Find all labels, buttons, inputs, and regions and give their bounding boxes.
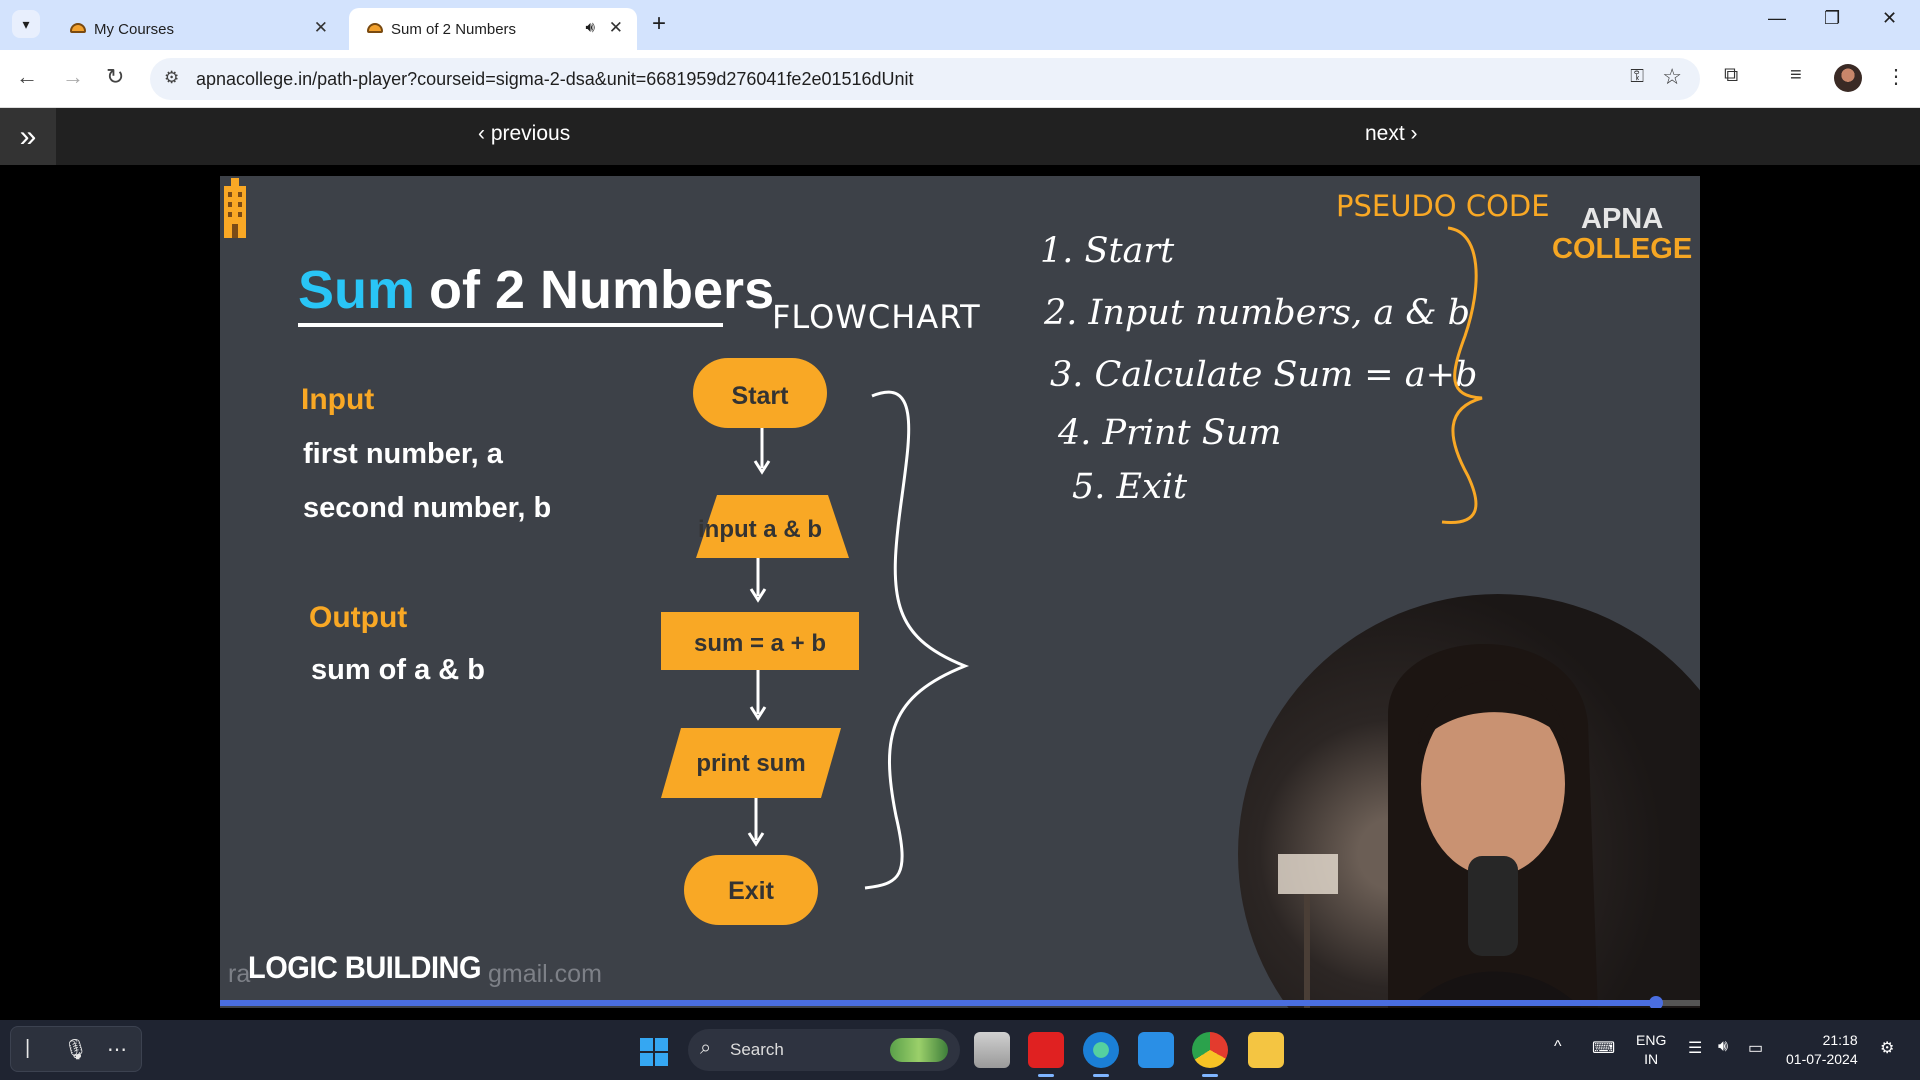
flow-exit-label: Exit [728, 877, 775, 905]
microphone-icon[interactable]: 🎙︎ [63, 1037, 88, 1062]
next-label: next [1365, 122, 1405, 145]
input-line-2: second number, b [303, 492, 551, 524]
battery-icon[interactable]: ▭ [1748, 1038, 1763, 1058]
clock-time: 21:18 [1822, 1032, 1858, 1048]
expand-sidebar-icon[interactable]: » [0, 108, 56, 165]
progress-handle[interactable] [1648, 996, 1663, 1008]
vscode-icon[interactable] [1138, 1032, 1174, 1068]
building-icon [224, 178, 246, 238]
taskbar: | 🎙︎ ⋯ ⌕ Search ^ ⌨ ENG IN ☰ 🔊︎ ▭ 21:18 … [0, 1020, 1920, 1080]
apna-college-logo: APNA COLLEGE [1552, 204, 1692, 264]
search-highlight-image [890, 1038, 948, 1062]
flow-process-label: sum = a + b [694, 630, 826, 657]
language-indicator[interactable]: ENG IN [1636, 1031, 1666, 1069]
close-tab-icon[interactable]: ✕ [609, 18, 623, 38]
wifi-icon[interactable]: ☰ [1688, 1038, 1702, 1058]
volume-icon[interactable]: 🔊︎ [1718, 1038, 1728, 1056]
flowchart-label: FLOWCHART [772, 298, 981, 336]
media-control-icon[interactable]: ≡ [1790, 64, 1802, 87]
profile-avatar[interactable] [1834, 64, 1862, 92]
output-line-1: sum of a & b [311, 654, 485, 686]
close-window-icon[interactable]: ✕ [1882, 8, 1897, 29]
show-hidden-icons-icon[interactable]: ^ [1554, 1038, 1562, 1056]
pseudo-step-1: 1. Start [1040, 231, 1175, 271]
taskbar-search[interactable]: ⌕ Search [688, 1029, 960, 1071]
task-view-icon[interactable] [974, 1032, 1010, 1068]
url-text[interactable]: apnacollege.in/path-player?courseid=sigm… [196, 69, 914, 90]
player-nav: » ‹ previous next › [0, 108, 1920, 165]
search-icon: ⌕ [700, 1037, 712, 1059]
video-progress-bar[interactable] [220, 996, 1700, 1008]
restore-icon[interactable]: ❐ [1824, 8, 1840, 29]
instructor-figure [1278, 644, 1598, 1008]
flow-input-label: input a & b [698, 516, 822, 543]
previous-label: previous [490, 122, 571, 145]
cursor-icon[interactable]: | [25, 1037, 30, 1060]
previous-button[interactable]: ‹ previous [478, 122, 570, 146]
audio-playing-icon[interactable]: 🔊︎ [586, 19, 595, 36]
site-info-icon[interactable]: ⚙ [164, 68, 179, 88]
tab-search-button[interactable]: ▾ [12, 10, 40, 38]
slide-title-accent: Sum [298, 260, 415, 320]
lang-bottom: IN [1644, 1051, 1659, 1067]
tab-strip: ▾ My Courses ✕ Sum of 2 Numbers 🔊︎ ✕ + —… [0, 0, 1920, 50]
slide-title-rest: of 2 Numbers [429, 260, 774, 320]
input-heading: Input [301, 383, 374, 416]
slide-title: Sum of 2 Numbers [298, 260, 774, 320]
flow-output-label: print sum [696, 750, 805, 777]
more-icon[interactable]: ⋯ [107, 1037, 127, 1062]
logic-building-label: LOGIC BUILDING [248, 950, 482, 986]
new-tab-button[interactable]: + [652, 10, 666, 38]
notification-icon[interactable]: ⚙ [1880, 1038, 1894, 1058]
watermark-left: ra [228, 960, 251, 988]
flowchart-brace [864, 390, 970, 890]
site-favicon-icon [367, 23, 383, 33]
input-line-1: first number, a [303, 438, 504, 470]
clock[interactable]: 21:18 01-07-2024 [1786, 1031, 1858, 1069]
chrome-icon[interactable] [1192, 1032, 1228, 1077]
minimize-icon[interactable]: — [1768, 8, 1786, 29]
youtube-icon[interactable] [1028, 1032, 1064, 1077]
bookmark-star-icon[interactable]: ☆ [1662, 64, 1682, 90]
pseudo-code-label: PSEUDO CODE [1336, 189, 1550, 223]
watermark-right: gmail.com [488, 960, 602, 988]
extensions-icon[interactable]: ⧉ [1724, 64, 1738, 87]
keyboard-icon[interactable]: ⌨ [1592, 1038, 1615, 1058]
logo-bottom: COLLEGE [1552, 233, 1693, 265]
pseudo-step-4: 4. Print Sum [1057, 413, 1281, 453]
lang-top: ENG [1636, 1032, 1667, 1048]
address-bar[interactable]: ⚙ apnacollege.in/path-player?courseid=si… [150, 58, 1700, 100]
tab-my-courses[interactable]: My Courses ✕ [52, 8, 342, 50]
flow-start-label: Start [732, 382, 790, 410]
menu-icon[interactable]: ⋮ [1886, 64, 1906, 89]
site-favicon-icon [70, 23, 86, 33]
password-key-icon[interactable]: ⚿ [1630, 66, 1644, 87]
tab-title: Sum of 2 Numbers [391, 21, 517, 38]
instructor-webcam [1238, 594, 1700, 1008]
page-content: » ‹ previous next › Sum of 2 Numbers Inpu… [0, 108, 1920, 1020]
back-icon[interactable]: ← [16, 64, 38, 90]
next-button[interactable]: next › [1365, 122, 1418, 146]
windows-start-icon[interactable] [640, 1038, 668, 1066]
tab-title: My Courses [94, 21, 175, 38]
toolbar: ← → ↻ ⚙ apnacollege.in/path-player?cours… [0, 50, 1920, 108]
voice-access-widget[interactable]: | 🎙︎ ⋯ [10, 1026, 142, 1072]
reload-icon[interactable]: ↻ [106, 64, 124, 90]
video-player[interactable]: Sum of 2 Numbers Input first number, a se… [220, 176, 1700, 1008]
pseudo-step-2: 2. Input numbers, a & b [1043, 293, 1470, 333]
folder-icon[interactable] [1248, 1032, 1284, 1068]
logo-top: APNA [1581, 203, 1664, 235]
tab-sum-of-2-numbers[interactable]: Sum of 2 Numbers 🔊︎ ✕ [349, 8, 637, 50]
search-label: Search [730, 1040, 784, 1059]
progress-fill [220, 1000, 1656, 1006]
pseudo-step-3: 3. Calculate Sum = a+b [1050, 355, 1477, 395]
clock-date: 01-07-2024 [1786, 1051, 1858, 1067]
pseudo-step-5: 5. Exit [1072, 467, 1188, 507]
close-tab-icon[interactable]: ✕ [314, 18, 328, 38]
output-heading: Output [309, 601, 407, 634]
edge-icon[interactable] [1083, 1032, 1119, 1077]
forward-icon[interactable]: → [62, 64, 84, 90]
pseudo-code-steps: 1. Start 2. Input numbers, a & b 3. Calc… [1040, 231, 1477, 507]
